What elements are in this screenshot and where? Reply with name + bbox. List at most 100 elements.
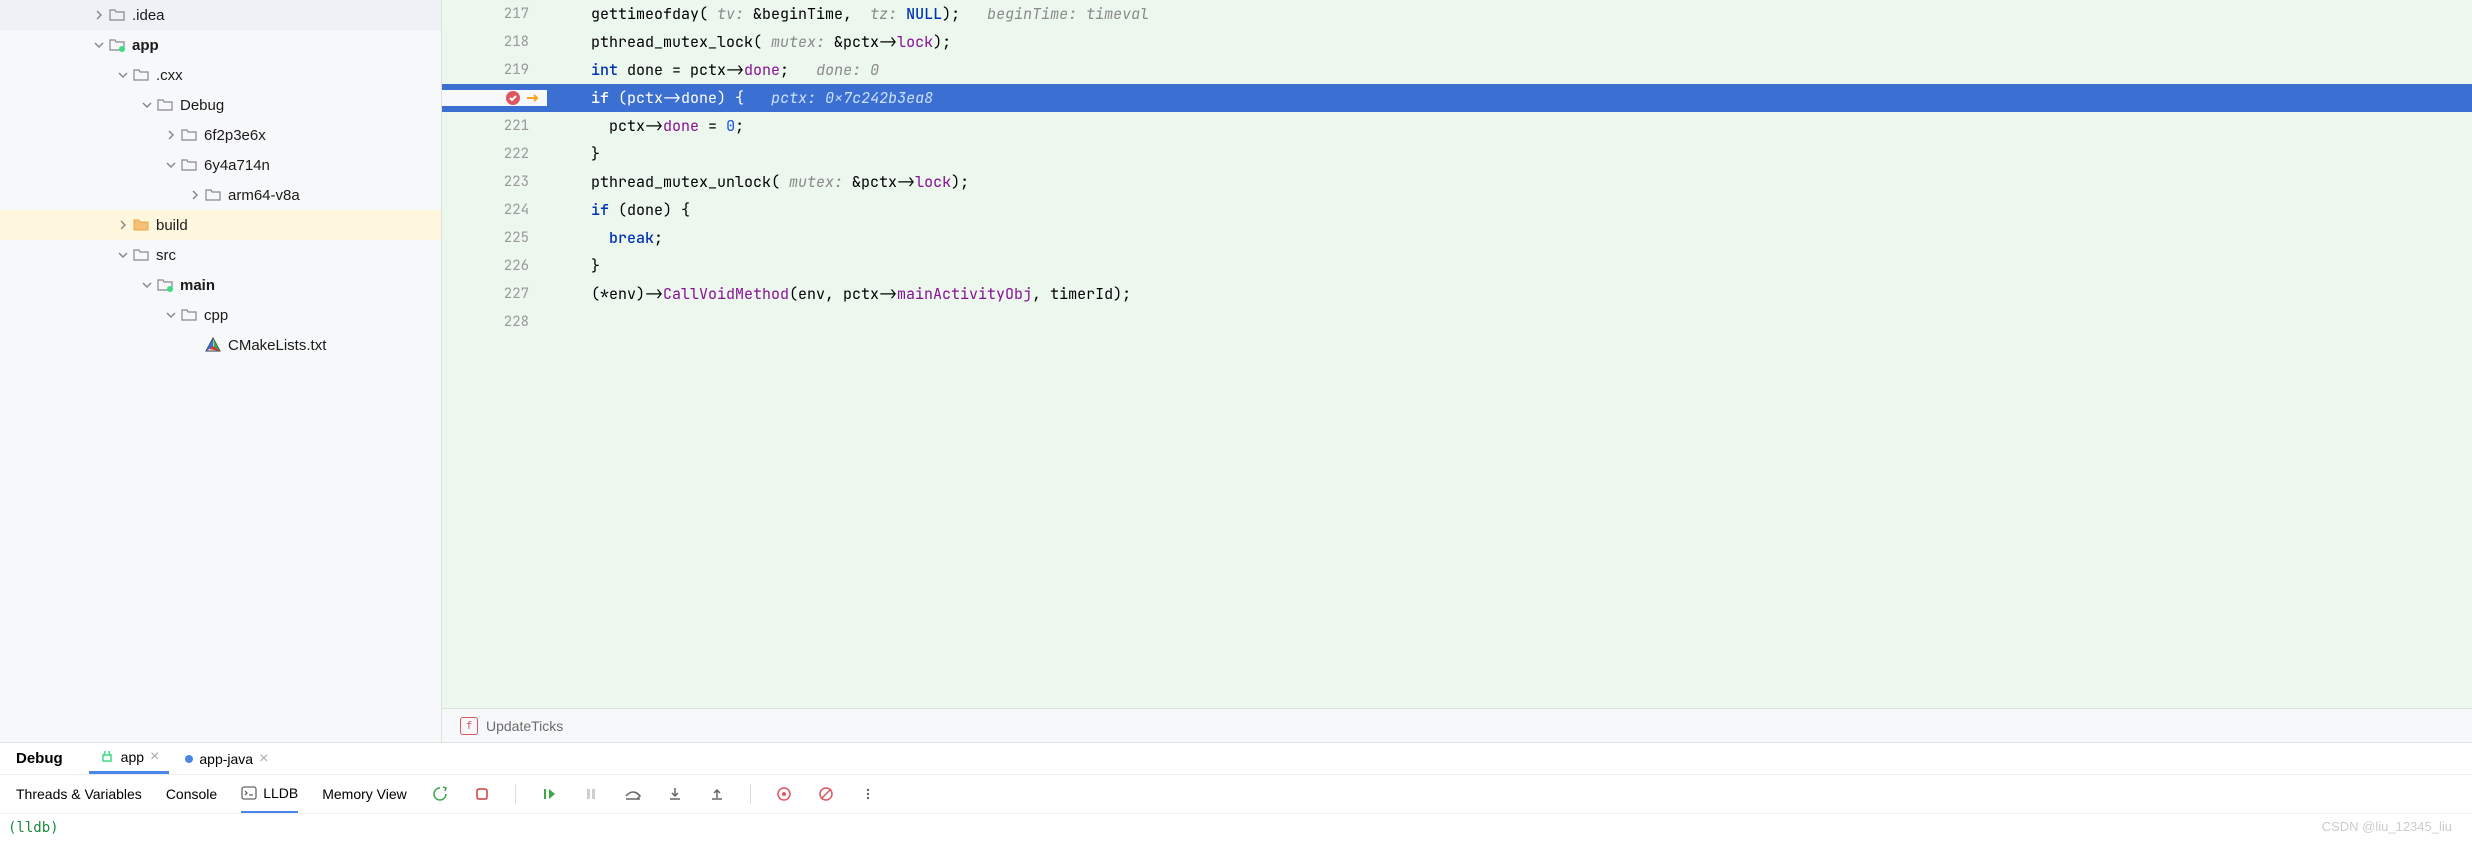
code-line[interactable]: 221 pctx->done = 0; (442, 112, 2472, 140)
code-content: } (555, 252, 2472, 280)
tree-item-idea[interactable]: .idea (0, 0, 441, 30)
code-content: gettimeofday( tv: &beginTime, tz: NULL);… (555, 0, 2472, 28)
chevron-down-icon[interactable] (114, 70, 132, 80)
line-number[interactable]: 225 (442, 224, 547, 252)
chevron-right-icon[interactable] (186, 190, 204, 200)
code-line[interactable]: 223 pthread_mutex_unlock( mutex: &pctx->… (442, 168, 2472, 196)
code-line-current[interactable]: if (pctx->done) { pctx: 0x7c242b3ea8 (442, 84, 2472, 112)
lldb-tab[interactable]: LLDB (241, 775, 298, 813)
tree-item-hash2[interactable]: 6y4a714n (0, 150, 441, 180)
code-line[interactable]: 222 } (442, 140, 2472, 168)
tree-item-cmake[interactable]: CMakeLists.txt (0, 330, 441, 360)
chevron-right-icon[interactable] (162, 130, 180, 140)
folder-icon (180, 126, 198, 144)
folder-icon (204, 186, 222, 204)
debug-tab-label: app-java (199, 751, 253, 767)
debug-title: Debug (16, 750, 63, 767)
tree-item-main[interactable]: main (0, 270, 441, 300)
line-number[interactable]: 227 (442, 280, 547, 308)
folder-icon (132, 246, 150, 264)
chevron-down-icon[interactable] (138, 100, 156, 110)
line-number[interactable]: 228 (442, 308, 547, 336)
rerun-icon[interactable] (431, 785, 449, 803)
terminal-icon (241, 786, 257, 800)
project-tree[interactable]: .idea app .cxx Debug (0, 0, 442, 742)
folder-icon (156, 96, 174, 114)
modified-dot-icon (185, 755, 193, 763)
line-number[interactable]: 219 (442, 56, 547, 84)
code-line[interactable]: 217 gettimeofday( tv: &beginTime, tz: NU… (442, 0, 2472, 28)
line-number[interactable]: 217 (442, 0, 547, 28)
console-tab[interactable]: Console (166, 776, 217, 812)
step-out-icon[interactable] (708, 785, 726, 803)
module-folder-icon (108, 36, 126, 54)
tree-item-cpp[interactable]: cpp (0, 300, 441, 330)
tree-label: cpp (204, 307, 228, 324)
code-content: if (done) { (555, 196, 2472, 224)
line-number[interactable]: 222 (442, 140, 547, 168)
resume-icon[interactable] (540, 785, 558, 803)
breakpoint-gutter[interactable] (442, 90, 547, 106)
chevron-right-icon[interactable] (90, 10, 108, 20)
separator (750, 784, 751, 804)
chevron-down-icon[interactable] (162, 310, 180, 320)
chevron-down-icon[interactable] (114, 250, 132, 260)
step-into-icon[interactable] (666, 785, 684, 803)
code-line[interactable]: 219 int done = pctx->done; done: 0 (442, 56, 2472, 84)
excluded-folder-icon (132, 216, 150, 234)
chevron-down-icon[interactable] (138, 280, 156, 290)
close-icon[interactable]: × (150, 748, 159, 766)
code-line[interactable]: 227 (*env)->CallVoidMethod(env, pctx->ma… (442, 280, 2472, 308)
tree-item-app[interactable]: app (0, 30, 441, 60)
code-line[interactable]: 228 (442, 308, 2472, 336)
breadcrumb-function[interactable]: UpdateTicks (486, 718, 563, 734)
debug-tab-app[interactable]: app × (89, 743, 170, 774)
code-line[interactable]: 218 pthread_mutex_lock( mutex: &pctx->lo… (442, 28, 2472, 56)
tree-item-src[interactable]: src (0, 240, 441, 270)
tree-item-build[interactable]: build (0, 210, 441, 240)
tree-item-arm[interactable]: arm64-v8a (0, 180, 441, 210)
tree-label: 6f2p3e6x (204, 127, 266, 144)
tree-item-hash1[interactable]: 6f2p3e6x (0, 120, 441, 150)
tree-label: .idea (132, 7, 165, 24)
code-content: break; (555, 224, 2472, 252)
code-content: int done = pctx->done; done: 0 (555, 56, 2472, 84)
close-icon[interactable]: × (259, 750, 268, 768)
code-editor[interactable]: 217 gettimeofday( tv: &beginTime, tz: NU… (442, 0, 2472, 742)
watermark: CSDN @liu_12345_liu (2322, 819, 2452, 834)
chevron-down-icon[interactable] (162, 160, 180, 170)
chevron-right-icon[interactable] (114, 220, 132, 230)
mute-breakpoints-icon[interactable] (817, 785, 835, 803)
step-over-icon[interactable] (624, 785, 642, 803)
tree-item-cxx[interactable]: .cxx (0, 60, 441, 90)
debug-tab-app-java[interactable]: app-java × (175, 743, 278, 774)
line-number[interactable]: 221 (442, 112, 547, 140)
line-number[interactable]: 223 (442, 168, 547, 196)
pause-icon[interactable] (582, 785, 600, 803)
more-icon[interactable] (859, 785, 877, 803)
chevron-down-icon[interactable] (90, 40, 108, 50)
code-line[interactable]: 226 } (442, 252, 2472, 280)
breakpoint-icon[interactable] (505, 90, 521, 106)
tree-label: 6y4a714n (204, 157, 270, 174)
threads-variables-tab[interactable]: Threads & Variables (16, 776, 142, 812)
line-number[interactable]: 224 (442, 196, 547, 224)
stop-icon[interactable] (473, 785, 491, 803)
folder-icon (108, 6, 126, 24)
tree-label: .cxx (156, 67, 183, 84)
line-number[interactable]: 218 (442, 28, 547, 56)
line-number[interactable]: 226 (442, 252, 547, 280)
tree-label: src (156, 247, 176, 264)
breadcrumb[interactable]: f UpdateTicks (442, 708, 2472, 742)
code-line[interactable]: 225 break; (442, 224, 2472, 252)
code-line[interactable]: 224 if (done) { (442, 196, 2472, 224)
lldb-prompt: (lldb) (8, 820, 59, 836)
code-content: pthread_mutex_lock( mutex: &pctx->lock); (555, 28, 2472, 56)
view-breakpoints-icon[interactable] (775, 785, 793, 803)
tree-label: app (132, 37, 159, 54)
code-content: } (555, 140, 2472, 168)
lldb-console[interactable]: (lldb) (0, 814, 2472, 842)
tree-item-debug[interactable]: Debug (0, 90, 441, 120)
debug-tab-label: app (121, 749, 144, 765)
memory-view-tab[interactable]: Memory View (322, 776, 407, 812)
